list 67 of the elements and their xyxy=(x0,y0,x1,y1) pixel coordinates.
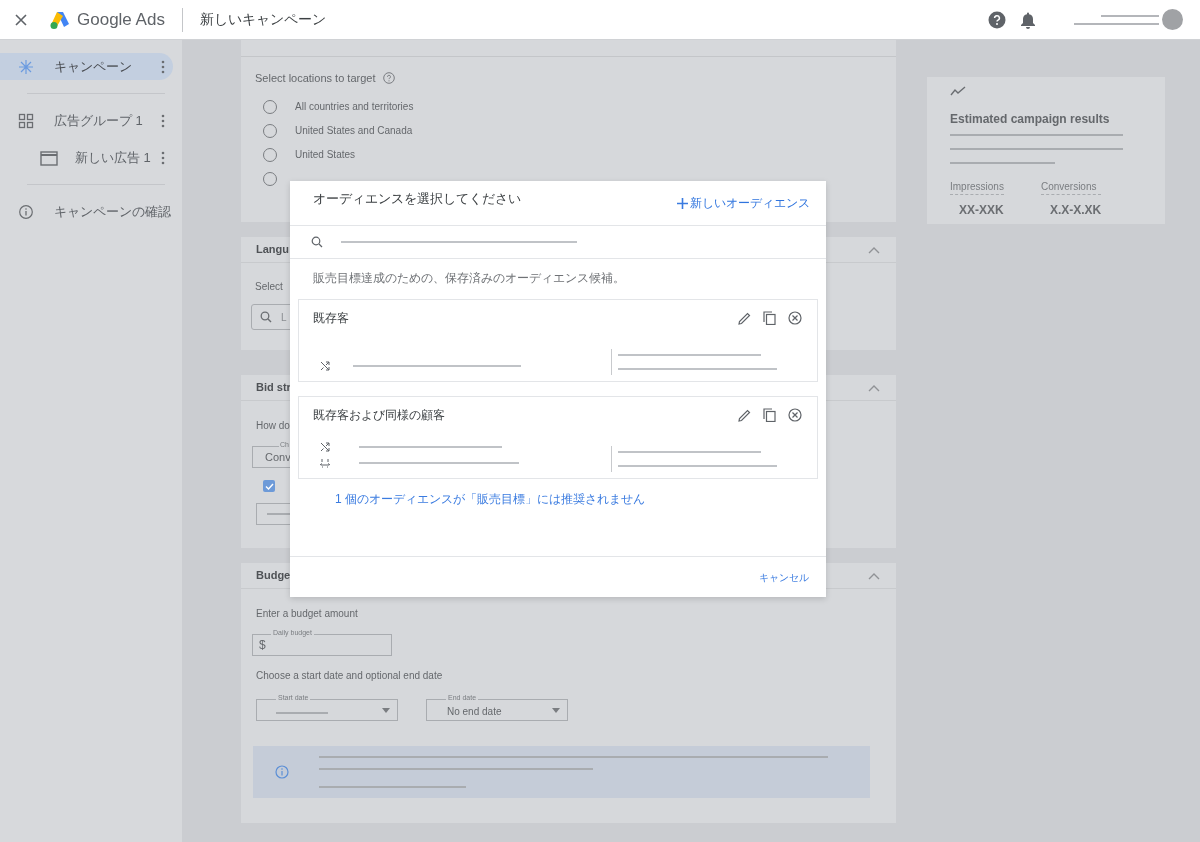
help-icon[interactable] xyxy=(988,10,1006,29)
section-title: Langu xyxy=(256,242,289,258)
audience-card[interactable]: 既存客 xyxy=(298,299,818,382)
metric-label: Conversions xyxy=(1040,179,1102,195)
edit-icon[interactable] xyxy=(738,408,751,422)
section-title: Bid str xyxy=(256,380,291,396)
info-icon xyxy=(18,203,34,220)
window-icon xyxy=(40,149,58,166)
audience-name: 既存客および同様の顧客 xyxy=(313,407,445,424)
metric-value: XX-XXK xyxy=(959,202,1004,219)
sidebar-item[interactable]: キャンペーンの確認 xyxy=(0,198,173,225)
card-title: Estimated campaign results xyxy=(950,111,1111,128)
dropdown-arrow-icon xyxy=(382,707,390,713)
new-audience-button[interactable]: 新しいオーディエンス xyxy=(677,195,810,211)
avatar[interactable] xyxy=(1162,9,1183,30)
placeholder-line xyxy=(1101,14,1159,17)
metric-label: Impressions xyxy=(950,179,1004,195)
metric-value: X.X-X.XK xyxy=(1049,202,1102,219)
search-icon xyxy=(311,236,323,248)
option-label: All countries and territories xyxy=(295,100,414,114)
collapse-icon[interactable] xyxy=(868,245,880,254)
close-icon[interactable] xyxy=(14,12,28,27)
audience-card[interactable]: 既存客および同様の顧客 xyxy=(298,396,818,479)
more-icon[interactable] xyxy=(161,150,165,165)
trend-icon xyxy=(950,86,966,96)
collapse-icon[interactable] xyxy=(868,571,880,580)
option-label: United States xyxy=(295,148,356,162)
currency-symbol: $ xyxy=(259,637,266,654)
sidebar-item[interactable]: キャンペーン xyxy=(0,53,173,80)
asterisk-icon xyxy=(18,58,34,75)
dropdown-arrow-icon xyxy=(552,707,560,713)
audience-name: 既存客 xyxy=(313,310,349,327)
info-icon xyxy=(275,765,289,779)
shuffle-icon xyxy=(320,361,330,371)
grid-icon xyxy=(18,112,34,129)
checkbox[interactable] xyxy=(263,480,275,492)
page-title: 新しいキャンペーン xyxy=(199,10,326,29)
check-icon xyxy=(264,482,274,490)
field-label: Select xyxy=(255,280,283,294)
option-label: United States and Canada xyxy=(295,124,413,138)
plus-icon xyxy=(677,197,688,209)
field-label: Select locations to target xyxy=(255,71,376,86)
logo-text: Google Ads xyxy=(77,8,165,31)
notifications-icon[interactable] xyxy=(1020,10,1036,29)
sidebar-item[interactable]: 新しい広告 1 xyxy=(0,144,173,171)
remove-icon[interactable] xyxy=(788,408,802,422)
field-label: How do xyxy=(256,419,290,433)
remove-icon[interactable] xyxy=(788,311,802,325)
edit-icon[interactable] xyxy=(738,311,751,325)
more-icon[interactable] xyxy=(161,113,165,128)
split-icon xyxy=(320,458,330,468)
collapse-icon[interactable] xyxy=(868,383,880,392)
copy-icon[interactable] xyxy=(763,408,776,422)
dialog-title: オーディエンスを選択してください xyxy=(313,190,521,209)
warning-link[interactable]: 1 個のオーディエンスが「販売目標」には推奨されません xyxy=(335,490,645,508)
help-icon[interactable] xyxy=(383,72,396,85)
dialog-description: 販売目標達成のための、保存済みのオーディエンス候補。 xyxy=(313,270,626,287)
field-label: Choose a start date and optional end date xyxy=(256,669,443,683)
logo-icon xyxy=(49,9,71,30)
section-title: Budge xyxy=(256,568,291,584)
shuffle-icon xyxy=(320,442,330,452)
copy-icon[interactable] xyxy=(763,311,776,325)
sidebar-item[interactable]: 広告グループ 1 xyxy=(0,107,173,134)
search-icon xyxy=(260,311,272,323)
more-icon[interactable] xyxy=(161,59,165,74)
cancel-button[interactable]: キャンセル xyxy=(759,569,809,585)
field-label: Enter a budget amount xyxy=(256,607,358,621)
